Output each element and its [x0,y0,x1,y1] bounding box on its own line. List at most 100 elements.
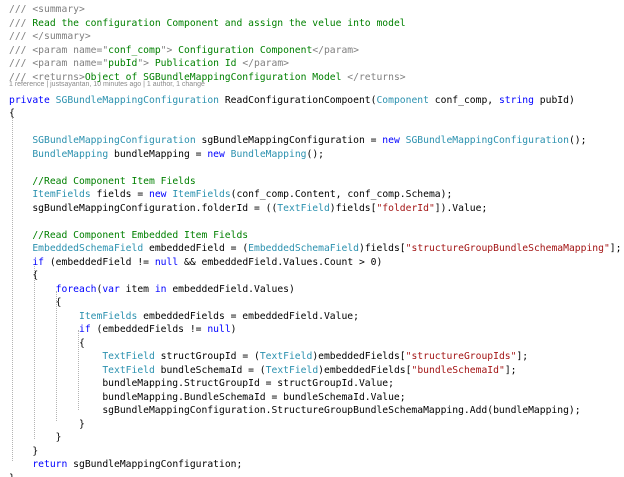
code-token: /// <summary> [9,4,85,15]
code-line: EmbeddedSchemaField embeddedField = (Emb… [9,242,621,256]
code-token: in [154,284,167,295]
code-line: { [9,107,15,121]
code-token: /// <returns> [9,72,85,83]
code-token: (); [568,135,587,146]
code-token: TextField [277,203,330,214]
code-token: /// <param name=" [9,58,109,69]
code-line: //Read Component Embedded Item Fields [9,229,248,243]
code-token: "> [137,58,149,69]
code-line: /// </summary> [9,30,91,44]
code-token: (conf_comp.Content, conf_comp.Schema); [230,189,453,200]
code-token: SGBundleMappingConfiguration [405,135,569,146]
code-token: private [9,95,56,106]
code-token: TextField [102,351,155,362]
code-line: TextField bundleSchemaId = (TextField)em… [9,364,516,378]
code-token: "structureGroupBundleSchemaMapping" [405,243,610,254]
code-token: bundleMapping.StructGroupId = structGrou… [9,378,394,389]
code-token: Object of SGBundleMappingConfiguration M… [84,72,348,83]
code-line: /// <param name="conf_comp"> Configurati… [9,44,359,58]
code-token: ItemFields [32,189,91,200]
code-line: /// <returns>Object of SGBundleMappingCo… [9,71,406,85]
code-token: "> [160,45,173,56]
code-token: EmbeddedSchemaField [32,243,144,254]
code-token: </param> [312,45,359,56]
code-token: sgBundleMappingConfiguration = [195,135,383,146]
code-token: Read the configuration Component and ass… [32,18,406,29]
code-token: SGBundleMappingConfiguration [32,135,196,146]
code-line: bundleMapping.BundleSchemaId = bundleSch… [9,391,405,405]
code-token: TextField [102,365,155,376]
code-token: //Read Component Item Fields [32,176,196,187]
code-editor[interactable]: 1 reference | justsayantan, 10 minutes a… [0,0,624,477]
code-token: //Read Component Embedded Item Fields [32,230,249,241]
code-token: var [102,284,120,295]
code-token: item [119,284,155,295]
code-line: if (embeddedFields != null) [9,323,237,337]
code-token: } [9,446,39,457]
code-token: /// </summary> [9,31,91,42]
code-token: (embeddedField != [44,257,155,268]
code-token: TextField [265,365,319,376]
code-token: && embeddedField.Values.Count > 0) [178,257,383,268]
code-token: BundleMapping [32,149,109,160]
code-line: //Read Component Item Fields [9,175,196,189]
code-token: )embeddedFields[ [312,351,406,362]
code-token: ReadConfigurationCompoent( [218,95,377,106]
code-token: )embeddedFields[ [318,365,412,376]
code-token: string [498,95,534,106]
code-token: Component [376,95,429,106]
code-token: ]; [504,365,517,376]
code-line: ItemFields fields = new ItemFields(conf_… [9,188,452,202]
code-line: } [9,445,38,459]
code-token: new [382,135,406,146]
code-token: embeddedField.Values) [166,284,295,295]
code-token: "structureGroupIds" [405,351,517,362]
code-token: EmbeddedSchemaField [248,243,359,254]
code-token: /// <param name=" [9,45,109,56]
code-token: { [9,108,15,119]
code-token: ]).Value; [434,203,488,214]
code-token: conf_comp [108,45,161,56]
code-token: ]; [609,243,622,254]
code-token: if [79,324,91,335]
code-token: ) [230,324,237,335]
code-token: (embeddedFields != [90,324,208,335]
code-line: { [9,269,38,283]
code-line: bundleMapping.StructGroupId = structGrou… [9,377,394,391]
code-token: "folderId" [376,203,435,214]
code-line: } [9,431,62,445]
code-line: SGBundleMappingConfiguration sgBundleMap… [9,134,586,148]
code-token: TextField [259,351,313,362]
code-token: pubId) [533,95,575,106]
code-token: bundleMapping = [108,149,208,160]
code-token: sgBundleMappingConfiguration.StructureGr… [9,405,581,416]
code-line: BundleMapping bundleMapping = new Bundle… [9,148,324,162]
code-token: embeddedFields = embeddedField.Value; [137,311,359,322]
code-line: foreach(var item in embeddedField.Values… [9,283,295,297]
code-token: bundleSchemaId = ( [154,365,266,376]
code-token: ItemFields [79,311,138,322]
code-token: return [32,459,68,470]
code-token: { [9,297,62,308]
code-token: embeddedField = ( [143,243,249,254]
code-line: sgBundleMappingConfiguration.folderId = … [9,202,487,216]
code-line: /// Read the configuration Component and… [9,17,406,31]
code-line: if (embeddedField != null && embeddedFie… [9,256,382,270]
code-token: ItemFields [172,189,231,200]
code-token: } [9,473,15,477]
code-token: /// [9,18,33,29]
code-token: { [9,338,85,349]
code-line: } [9,472,15,477]
code-token: pubId [108,58,138,69]
